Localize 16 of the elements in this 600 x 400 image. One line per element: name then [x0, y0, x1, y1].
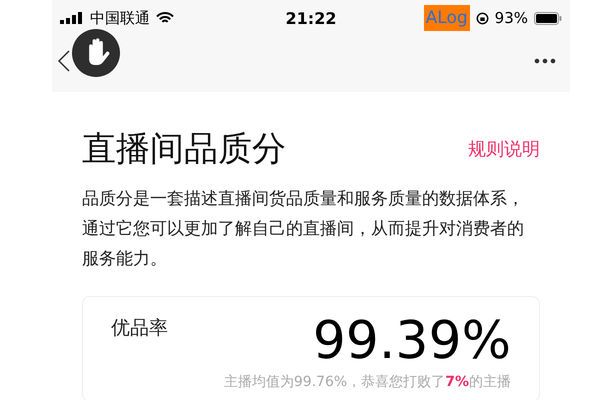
more-icon[interactable]: [534, 58, 556, 64]
back-icon[interactable]: [58, 50, 70, 72]
battery-icon: [534, 12, 562, 24]
clock-time: 21:22: [286, 8, 336, 28]
comparison-text: 主播均值为99.76%，恭喜您打败了 7%的主播: [222, 373, 511, 391]
page-title: 直播间品质分: [82, 128, 286, 171]
description-text: 品质分是一套描述直播间货品质量和服务质量的数据体系，通过它您可以更加了解自己的直播间，从而提升对消费者的服务能力。: [82, 188, 525, 271]
wifi-icon: [156, 12, 174, 24]
metric-value: 99.39%: [312, 311, 511, 371]
hand-floating-button[interactable]: [72, 29, 120, 77]
signal-icon: [60, 12, 84, 24]
metric-label: 优品率: [111, 316, 168, 341]
battery-percent: 93%: [494, 9, 528, 27]
rules-link[interactable]: 规则说明: [468, 137, 540, 161]
rotation-lock-icon: [476, 12, 489, 24]
carrier-name: 中国联通: [90, 8, 150, 28]
